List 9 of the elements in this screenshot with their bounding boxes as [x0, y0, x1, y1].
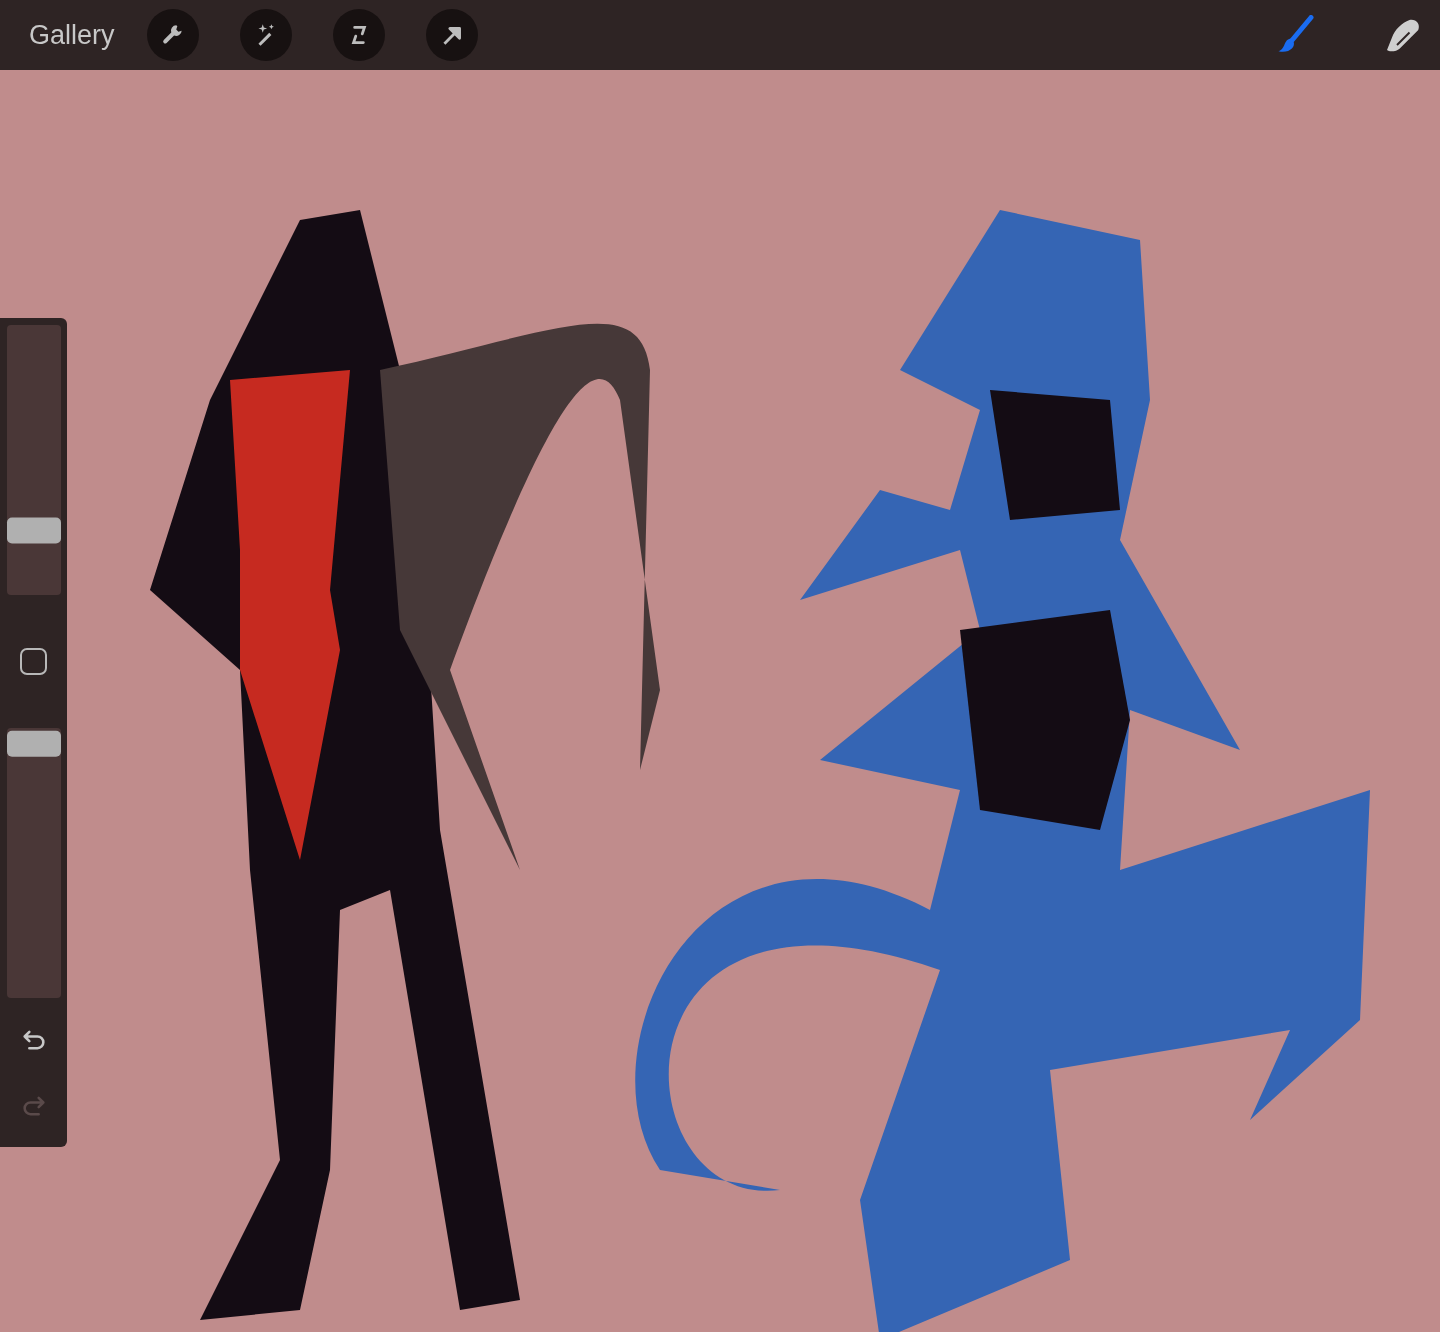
opacity-slider[interactable] [6, 728, 61, 998]
tool-button[interactable] [239, 9, 292, 61]
slider-thumb[interactable] [6, 517, 61, 544]
tool-button[interactable] [146, 9, 199, 61]
tool-button[interactable] [425, 9, 478, 61]
gallery-link[interactable]: Gallery [29, 19, 115, 51]
brush-size-slider[interactable] [6, 325, 61, 595]
slider-thumb[interactable] [6, 730, 61, 757]
tool-button[interactable] [332, 9, 385, 61]
